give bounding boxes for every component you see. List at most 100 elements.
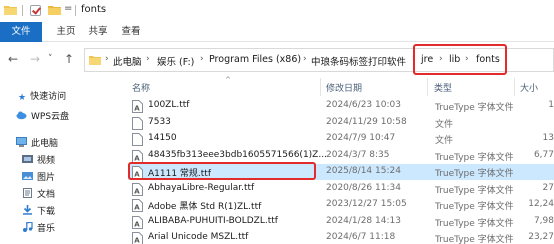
- nav-item-wps-cloud[interactable]: WPS云盘: [16, 109, 69, 125]
- path-highlight-box: [413, 44, 507, 75]
- file-date: 2020/8/26 11:34: [326, 182, 401, 193]
- file-type: TrueType 字体文件: [435, 103, 514, 113]
- title-bar: = fonts: [0, 0, 554, 22]
- breadcrumb-this-pc[interactable]: 此电脑: [113, 54, 142, 68]
- nav-item-label: 音乐: [37, 224, 56, 234]
- svg-text:A: A: [134, 105, 140, 113]
- tab-view[interactable]: 查看: [116, 22, 146, 42]
- tab-file[interactable]: 文件: [0, 22, 42, 42]
- nav-item-music[interactable]: 音乐: [22, 221, 55, 237]
- chevron-right-icon[interactable]: ›: [146, 54, 150, 64]
- file-row[interactable]: A Arial Unicode MSZL.ttf 2024/6/7 11:18 Tru…: [128, 230, 554, 244]
- file-date: 2024/1/28 14:13: [326, 215, 401, 226]
- font-file-icon: A: [132, 232, 143, 244]
- column-divider[interactable]: [427, 78, 428, 96]
- file-row[interactable]: A ALIBABA-PUHUITI-BOLDZL.ttf 2024/1/28 14:…: [128, 214, 554, 230]
- chevron-right-icon[interactable]: ›: [105, 54, 109, 64]
- font-file-icon: A: [132, 182, 143, 196]
- file-name: Adobe 黑体 Std R(1)ZL.ttf: [148, 202, 262, 212]
- column-divider[interactable]: [320, 78, 321, 96]
- file-size: 12,24: [528, 199, 554, 209]
- file-name: 48435fb313eee3bdb1605571566(1)Z...: [148, 149, 326, 160]
- music-icon: [23, 222, 33, 232]
- recent-dropdown-icon[interactable]: ˅: [48, 54, 53, 64]
- file-date: 2025/8/14 15:24: [326, 166, 401, 176]
- file-date: 2024/7/9 10:47: [326, 133, 396, 143]
- navigation-row: ← → ˅ ↑ › 此电脑 › 娱乐 (F:) › Program Files …: [0, 42, 554, 78]
- nav-item-quick-access[interactable]: ★ 快速访问: [18, 89, 66, 105]
- file-date: 2024/6/7 11:18: [326, 232, 396, 242]
- file-row[interactable]: A AbhayaLibre-Regular.ttf 2020/8/26 11:34 T…: [128, 181, 554, 197]
- blank-file-icon: [132, 116, 143, 130]
- column-divider[interactable]: [514, 78, 515, 96]
- tab-share[interactable]: 共享: [84, 22, 112, 42]
- nav-item-videos[interactable]: 视频: [22, 153, 55, 169]
- file-name: AbhayaLibre-Regular.ttf: [148, 182, 255, 193]
- file-type: TrueType 字体文件: [435, 218, 514, 229]
- nav-item-label: 下载: [37, 207, 56, 217]
- column-header-type[interactable]: 类型: [434, 81, 452, 94]
- properties-check-icon[interactable]: [30, 5, 41, 16]
- back-arrow-icon[interactable]: ←: [8, 52, 18, 66]
- folder-icon: [89, 56, 101, 65]
- column-header-date[interactable]: 修改日期: [326, 81, 362, 94]
- cloud-icon: [16, 111, 27, 120]
- file-row[interactable]: 7533 2024/11/29 10:58 文件: [128, 115, 554, 131]
- nav-item-label: 图片: [37, 173, 56, 183]
- file-type: TrueType 字体文件: [435, 185, 514, 196]
- file-date: 2024/3/7 8:35: [326, 149, 390, 160]
- tab-home[interactable]: 主页: [52, 22, 80, 42]
- file-size: 7,98: [533, 215, 554, 226]
- file-list: ^ 名称 修改日期 类型 大小 A 100ZL.ttf 2024/6/23 10:0…: [84, 76, 554, 244]
- chevron-right-icon[interactable]: ›: [303, 54, 307, 64]
- folder-icon: [4, 6, 17, 15]
- column-header-name[interactable]: 名称: [132, 81, 150, 94]
- file-type: TrueType 字体文件: [435, 202, 514, 212]
- file-size: 23,27: [528, 232, 554, 242]
- chevron-right-icon[interactable]: ›: [200, 54, 204, 64]
- file-type: TrueType 字体文件: [435, 235, 514, 244]
- picture-icon: [22, 172, 33, 180]
- download-icon: [23, 205, 32, 215]
- address-bar[interactable]: › 此电脑 › 娱乐 (F:) › Program Files (x86) › …: [84, 44, 554, 75]
- sort-ascending-icon: ^: [225, 76, 231, 84]
- file-size: 1: [548, 100, 554, 110]
- ribbon-tabs: 文件 主页 共享 查看: [0, 22, 554, 42]
- svg-text:A: A: [134, 154, 140, 162]
- column-headers: ^ 名称 修改日期 类型 大小: [84, 76, 554, 96]
- file-row[interactable]: 14150 2024/7/9 10:47 文件 13: [128, 131, 554, 147]
- breadcrumb-program-files[interactable]: Program Files (x86): [209, 54, 301, 65]
- svg-text:A: A: [134, 187, 140, 195]
- new-folder-icon[interactable]: [48, 5, 61, 15]
- nav-item-this-pc[interactable]: 此电脑: [16, 136, 58, 152]
- document-icon: [23, 188, 32, 198]
- file-type: TrueType 字体文件: [435, 152, 514, 163]
- selected-file-highlight-box: [128, 162, 316, 180]
- svg-text:A: A: [134, 237, 140, 244]
- file-row[interactable]: A 100ZL.ttf 2024/6/23 10:03 TrueType 字体文件 1: [128, 98, 554, 114]
- font-file-icon: A: [132, 199, 143, 212]
- blank-file-icon: [132, 133, 143, 146]
- file-name: 7533: [148, 116, 171, 127]
- forward-arrow-icon[interactable]: →: [30, 52, 40, 66]
- nav-item-label: 此电脑: [31, 139, 59, 149]
- breadcrumb-drive[interactable]: 娱乐 (F:): [157, 54, 194, 68]
- up-arrow-icon[interactable]: ↑: [64, 52, 74, 66]
- font-file-icon: A: [132, 215, 143, 229]
- nav-item-label: 快速访问: [30, 92, 67, 102]
- file-row[interactable]: A Adobe 黑体 Std R(1)ZL.ttf 2023/12/27 15:05…: [128, 197, 554, 213]
- file-date: 2023/12/27 15:05: [326, 199, 407, 209]
- breadcrumb-app-folder[interactable]: 中琅条码标签打印软件: [311, 54, 406, 68]
- file-date: 2024/11/29 10:58: [326, 116, 407, 127]
- file-name: Arial Unicode MSZL.ttf: [148, 232, 249, 242]
- quick-access-dropdown-icon[interactable]: =: [64, 3, 72, 14]
- nav-item-pictures[interactable]: 图片: [22, 170, 55, 186]
- file-size: 13: [542, 133, 554, 143]
- column-header-size[interactable]: 大小: [520, 81, 538, 94]
- window-title: fonts: [81, 4, 107, 15]
- nav-item-documents[interactable]: 文档: [22, 187, 55, 203]
- nav-item-downloads[interactable]: 下载: [22, 204, 55, 220]
- navigation-pane: ★ 快速访问 WPS云盘 此电脑 视频 图片 文档 下载 音乐: [0, 78, 84, 244]
- nav-item-label: 文档: [37, 190, 56, 200]
- divider: [75, 5, 76, 16]
